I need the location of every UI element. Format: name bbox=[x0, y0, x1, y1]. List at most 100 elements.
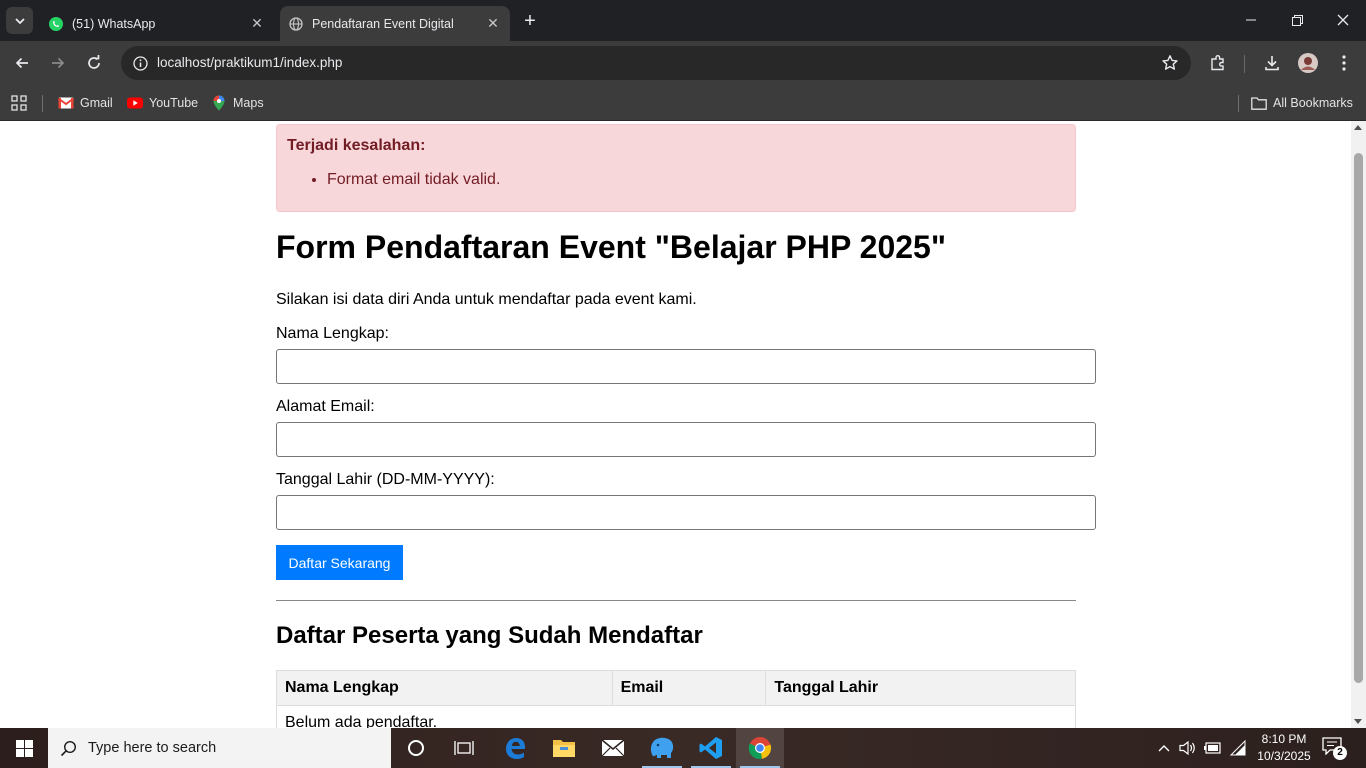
close-window-icon[interactable] bbox=[1320, 0, 1366, 40]
bookmark-label: Gmail bbox=[80, 96, 113, 110]
error-list: Format email tidak valid. bbox=[327, 171, 500, 189]
minimize-icon[interactable] bbox=[1228, 0, 1274, 40]
bookmark-label: Maps bbox=[233, 96, 264, 110]
task-view-button[interactable] bbox=[440, 728, 488, 768]
menu-kebab-icon[interactable] bbox=[1330, 49, 1358, 77]
reload-button[interactable] bbox=[80, 49, 108, 77]
clock-date: 10/3/2025 bbox=[1257, 749, 1311, 763]
taskbar-edge[interactable] bbox=[491, 728, 539, 768]
scroll-up-icon[interactable] bbox=[1354, 125, 1362, 130]
edge-icon bbox=[506, 738, 525, 759]
mail-icon bbox=[601, 739, 625, 757]
scrollbar-thumb[interactable] bbox=[1354, 153, 1363, 683]
download-icon[interactable] bbox=[1258, 49, 1286, 77]
bookmarks-bar: Gmail YouTube Maps All Bookmarks bbox=[0, 86, 1366, 121]
birthdate-input[interactable] bbox=[276, 495, 1096, 530]
volume-icon[interactable] bbox=[1178, 738, 1198, 758]
taskbar-search-box[interactable]: Type here to search bbox=[48, 728, 391, 768]
tab-search-button[interactable] bbox=[6, 7, 33, 34]
elephant-app-icon bbox=[650, 737, 674, 758]
search-placeholder: Type here to search bbox=[88, 740, 217, 756]
bookmark-youtube[interactable]: YouTube bbox=[127, 93, 198, 113]
arrow-right-icon bbox=[52, 57, 65, 69]
notification-badge: 2 bbox=[1333, 746, 1347, 760]
reload-icon bbox=[88, 55, 100, 69]
vscode-icon bbox=[699, 737, 722, 759]
bookmark-maps[interactable]: Maps bbox=[211, 93, 264, 113]
arrow-left-icon bbox=[15, 57, 28, 69]
chevron-down-icon bbox=[14, 17, 25, 24]
bookmark-star-icon[interactable] bbox=[1161, 54, 1179, 77]
tab-pendaftaran[interactable]: Pendaftaran Event Digital ✕ bbox=[280, 6, 510, 41]
error-item: Format email tidak valid. bbox=[327, 171, 500, 189]
youtube-icon bbox=[127, 95, 143, 111]
column-header-name: Nama Lengkap bbox=[276, 670, 613, 706]
participants-title: Daftar Peserta yang Sudah Mendaftar bbox=[276, 622, 703, 649]
profile-avatar[interactable] bbox=[1294, 49, 1322, 77]
intro-text: Silakan isi data diri Anda untuk mendaft… bbox=[276, 291, 697, 308]
cortana-circle-icon bbox=[408, 740, 424, 756]
show-hidden-icons-chevron-icon[interactable] bbox=[1154, 738, 1174, 758]
submit-button[interactable]: Daftar Sekarang bbox=[276, 545, 403, 580]
name-input[interactable] bbox=[276, 349, 1096, 384]
browser-tab-strip: (51) WhatsApp ✕ Pendaftaran Event Digita… bbox=[0, 0, 1366, 41]
taskbar-clock[interactable]: 8:10 PM 10/3/2025 bbox=[1253, 731, 1315, 765]
taskbar-mail[interactable] bbox=[589, 728, 637, 768]
all-bookmarks-button[interactable]: All Bookmarks bbox=[1251, 93, 1353, 113]
page-scrollbar[interactable] bbox=[1351, 121, 1366, 728]
taskbar-vscode[interactable] bbox=[687, 728, 735, 768]
email-input[interactable] bbox=[276, 422, 1096, 457]
windows-logo-icon bbox=[15, 739, 33, 757]
bookmark-label: YouTube bbox=[149, 96, 199, 110]
bookmark-gmail[interactable]: Gmail bbox=[58, 93, 113, 113]
bookmarks-divider bbox=[1238, 95, 1239, 112]
task-view-icon bbox=[454, 741, 474, 755]
forward-button[interactable] bbox=[44, 49, 72, 77]
taskbar-chrome[interactable] bbox=[736, 728, 784, 768]
table-row: Belum ada pendaftar. bbox=[276, 705, 1076, 728]
section-divider bbox=[276, 600, 1076, 601]
extensions-icon[interactable] bbox=[1204, 49, 1232, 77]
bookmarks-divider bbox=[42, 95, 43, 112]
gmail-icon bbox=[58, 95, 74, 111]
all-bookmarks-label: All Bookmarks bbox=[1273, 96, 1353, 110]
alert-title: Terjadi kesalahan: bbox=[287, 137, 426, 154]
email-label: Alamat Email: bbox=[276, 398, 375, 415]
apps-grid-icon[interactable] bbox=[11, 93, 27, 113]
column-header-email: Email bbox=[611, 670, 767, 706]
empty-table-message: Belum ada pendaftar. bbox=[276, 705, 1076, 728]
windows-taskbar: Type here to search 8:10 PM 10/3/2025 2 bbox=[0, 728, 1366, 768]
site-info-icon[interactable] bbox=[127, 50, 153, 76]
new-tab-button[interactable]: + bbox=[518, 9, 542, 33]
table-header-row: Nama Lengkap Email Tanggal Lahir bbox=[276, 670, 1076, 706]
restore-icon[interactable] bbox=[1274, 0, 1320, 40]
notification-center-button[interactable]: 2 bbox=[1322, 737, 1347, 760]
taskbar-file-explorer[interactable] bbox=[540, 728, 588, 768]
clock-time: 8:10 PM bbox=[1261, 732, 1307, 746]
close-tab-icon[interactable]: ✕ bbox=[482, 13, 504, 35]
taskbar-whatsapp-app[interactable] bbox=[638, 728, 686, 768]
back-button[interactable] bbox=[8, 49, 36, 77]
address-bar[interactable]: localhost/praktikum1/index.php bbox=[121, 46, 1191, 80]
name-label: Nama Lengkap: bbox=[276, 325, 389, 342]
battery-icon[interactable] bbox=[1203, 738, 1223, 758]
participants-table: Nama Lengkap Email Tanggal Lahir Belum a… bbox=[276, 670, 1076, 728]
birthdate-label: Tanggal Lahir (DD-MM-YYYY): bbox=[276, 471, 495, 488]
tab-title: Pendaftaran Event Digital bbox=[312, 16, 454, 31]
page-viewport: Terjadi kesalahan: Format email tidak va… bbox=[0, 121, 1351, 728]
cortana-button[interactable] bbox=[392, 728, 440, 768]
maps-icon bbox=[211, 95, 227, 111]
chrome-icon bbox=[748, 737, 772, 760]
start-button[interactable] bbox=[0, 728, 48, 768]
page-title: Form Pendaftaran Event "Belajar PHP 2025… bbox=[276, 229, 947, 265]
close-tab-icon[interactable]: ✕ bbox=[246, 13, 268, 35]
file-explorer-icon bbox=[553, 740, 575, 757]
tab-whatsapp[interactable]: (51) WhatsApp ✕ bbox=[40, 6, 274, 41]
folder-icon bbox=[1251, 95, 1267, 111]
toolbar-divider bbox=[1244, 55, 1245, 73]
tab-title: (51) WhatsApp bbox=[72, 16, 156, 31]
url-text: localhost/praktikum1/index.php bbox=[157, 55, 343, 70]
wifi-icon[interactable] bbox=[1228, 738, 1248, 758]
scroll-down-icon[interactable] bbox=[1354, 719, 1362, 724]
browser-toolbar: localhost/praktikum1/index.php bbox=[0, 41, 1366, 86]
